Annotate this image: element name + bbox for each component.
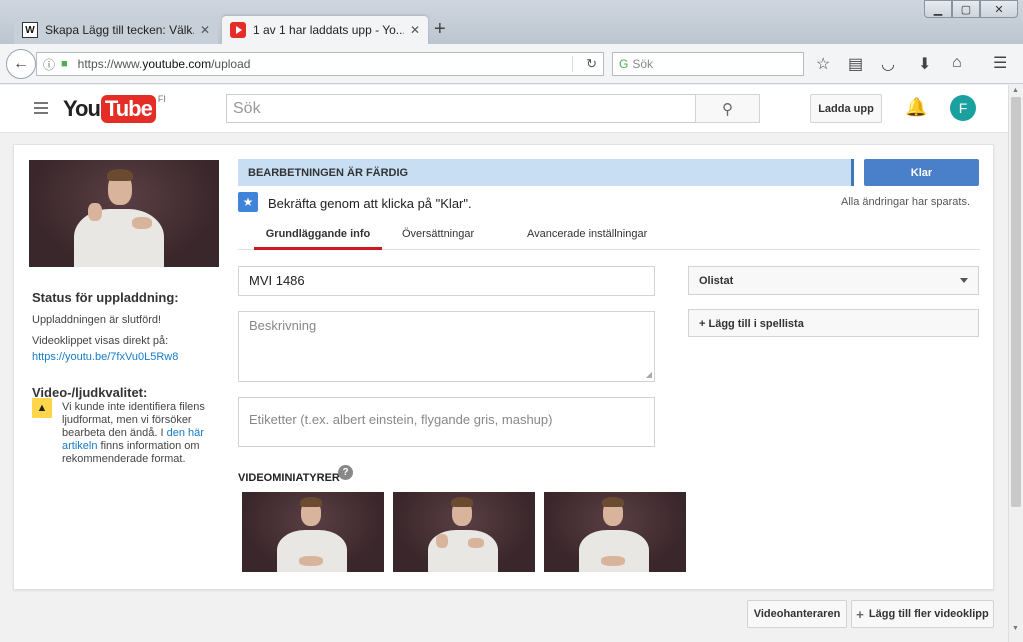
thumbnail-option-2[interactable] [393, 492, 535, 572]
video-manager-button[interactable]: Videohanteraren [747, 600, 847, 628]
back-arrow-icon[interactable]: ← [6, 49, 36, 79]
browser-tab[interactable]: W Skapa Lägg till tecken: Välk... ✕ [14, 16, 218, 44]
tab-translations[interactable]: Översättningar [402, 228, 474, 250]
upload-button[interactable]: Ladda upp [810, 94, 882, 123]
close-icon[interactable]: ✕ [410, 23, 420, 37]
new-tab-button[interactable]: + [434, 18, 446, 41]
close-icon[interactable]: ✕ [200, 23, 210, 37]
search-icon[interactable]: ⚲ [695, 94, 760, 123]
description-placeholder: Beskrivning [249, 318, 317, 333]
logo-region: FI [157, 94, 166, 104]
pocket-icon[interactable]: ◡ [881, 54, 895, 74]
reading-list-icon[interactable]: ▤ [848, 54, 863, 74]
upload-card: Status för uppladdning: Uppladdningen är… [13, 144, 994, 590]
scrollbar-thumb[interactable] [1011, 97, 1021, 507]
browser-tab-active[interactable]: 1 av 1 har laddats upp - Yo... ✕ [222, 16, 428, 44]
minimize-icon[interactable]: ▁ [924, 0, 952, 18]
thumbnail-option-3[interactable] [544, 492, 686, 572]
browser-tab-bar: W Skapa Lägg till tecken: Välk... ✕ 1 av… [0, 0, 1023, 44]
info-icon[interactable]: ⓘ [43, 56, 55, 73]
add-more-videos-button[interactable]: + Lägg till fler videoklipp [851, 600, 994, 628]
window-close-icon[interactable]: ✕ [980, 0, 1018, 18]
video-preview-thumbnail [29, 160, 219, 267]
bell-icon[interactable]: 🔔 [905, 97, 927, 118]
status-heading: Status för uppladdning: [32, 290, 179, 305]
plus-icon: + [856, 606, 864, 622]
quality-heading: Video-/ljudkvalitet: [32, 385, 148, 400]
star-icon: ★ [238, 192, 258, 212]
upload-complete-text: Uppladdningen är slutförd! [32, 314, 162, 326]
warning-icon: ▲ [32, 398, 52, 418]
processing-status-bar: BEARBETNINGEN ÄR FÄRDIG [238, 159, 854, 186]
browser-search-placeholder: Sök [632, 57, 654, 71]
tab-label: 1 av 1 har laddats upp - Yo... [253, 23, 404, 37]
privacy-value: Olistat [699, 275, 734, 287]
resize-grip-icon[interactable]: ◢ [646, 370, 652, 379]
upload-tabs: Grundläggande info Översättningar Avance… [238, 219, 980, 250]
saved-status-text: Alla ändringar har sparats. [840, 196, 970, 208]
confirm-text: Bekräfta genom att klicka på "Klar". [268, 196, 472, 211]
thumbnail-option-1[interactable] [242, 492, 384, 572]
logo-you: You [63, 96, 101, 121]
download-icon[interactable]: ⬇ [918, 54, 931, 74]
guide-menu-icon[interactable] [34, 102, 48, 114]
description-input[interactable]: Beskrivning ◢ [238, 311, 655, 382]
tab-basic-info[interactable]: Grundläggande info [254, 228, 382, 250]
browser-nav-bar: ← ⓘ ■ https://www.youtube.com/upload ↻ G… [0, 44, 1023, 84]
home-icon[interactable]: ⌂ [952, 54, 962, 72]
quality-warning-text: Vi kunde inte identifiera filens ljudfor… [62, 401, 205, 465]
hamburger-menu-icon[interactable]: ☰ [993, 53, 1007, 73]
tags-input[interactable]: Etiketter (t.ex. albert einstein, flygan… [238, 397, 655, 447]
chevron-down-icon [960, 278, 968, 283]
page-scrollbar[interactable]: ▲ ▼ [1008, 85, 1023, 642]
maximize-icon[interactable]: ▢ [952, 0, 980, 18]
youtube-logo[interactable]: You Tube FI [63, 94, 166, 123]
search-engine-icon: G [619, 57, 629, 71]
upload-status-section: Status för uppladdning: Uppladdningen är… [32, 290, 212, 408]
direct-video-link[interactable]: https://youtu.be/7fxVu0L5Rw8 [32, 351, 178, 363]
lock-icon: ■ [61, 58, 68, 70]
avatar[interactable]: F [950, 95, 976, 121]
bookmark-star-icon[interactable]: ☆ [816, 54, 830, 74]
url-bar[interactable]: ⓘ ■ https://www.youtube.com/upload ↻ [36, 52, 604, 76]
add-more-label: Lägg till fler videoklipp [868, 608, 989, 620]
privacy-select[interactable]: Olistat [688, 266, 979, 295]
tab-label: Skapa Lägg till tecken: Välk... [45, 23, 194, 37]
done-button[interactable]: Klar [864, 159, 979, 186]
direct-link-label: Videoklippet visas direkt på: [32, 335, 169, 347]
logo-tube: Tube [100, 95, 156, 123]
thumbnails-heading: VIDEOMINIATYRER [238, 472, 340, 484]
scroll-down-icon[interactable]: ▼ [1012, 625, 1019, 632]
browser-search-input[interactable]: G Sök [612, 52, 804, 76]
add-to-playlist-button[interactable]: + Lägg till i spellista [688, 309, 979, 337]
title-input[interactable]: MVI 1486 [238, 266, 655, 296]
reload-icon[interactable]: ↻ [586, 56, 597, 72]
url-separator [572, 56, 573, 72]
youtube-header: You Tube FI Sök ⚲ Ladda upp 🔔 F [0, 85, 1008, 133]
scroll-up-icon[interactable]: ▲ [1012, 87, 1019, 94]
search-input[interactable]: Sök [226, 94, 696, 123]
tab-advanced-settings[interactable]: Avancerade inställningar [527, 228, 647, 250]
youtube-icon [230, 22, 246, 38]
wiki-icon: W [22, 22, 38, 38]
help-icon[interactable]: ? [338, 465, 353, 480]
url-text: https://www.youtube.com/upload [77, 57, 251, 71]
